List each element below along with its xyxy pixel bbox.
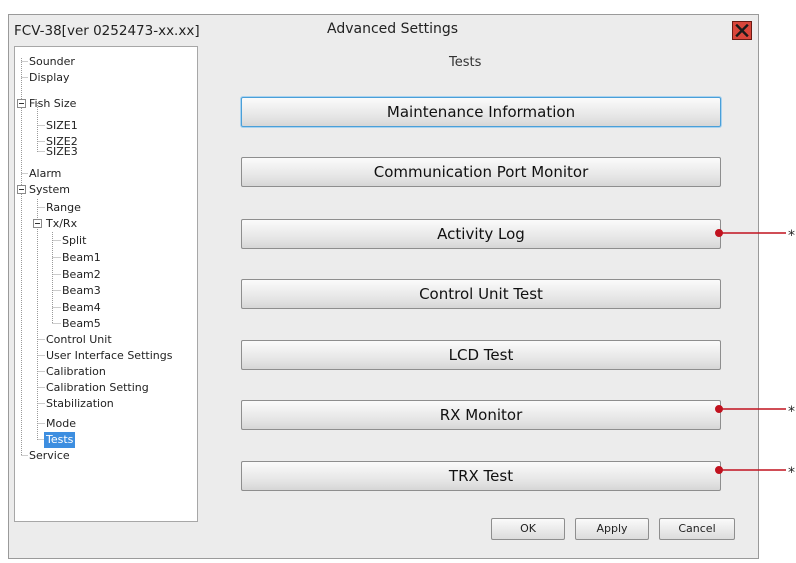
- section-title: Tests: [449, 55, 482, 70]
- app-version-title: FCV-38[ver 0252473-xx.xx]: [14, 23, 200, 39]
- cancel-button[interactable]: Cancel: [659, 518, 735, 540]
- close-button[interactable]: [732, 21, 752, 40]
- tree-item-calibration[interactable]: Calibration: [44, 364, 108, 380]
- tree-item-user-interface-settings[interactable]: User Interface Settings: [44, 348, 174, 364]
- tree-item-system[interactable]: System: [27, 182, 72, 198]
- tree-item-fish-size[interactable]: Fish Size: [27, 96, 78, 112]
- tree-item-calibration-setting[interactable]: Calibration Setting: [44, 380, 151, 396]
- rx-monitor-button[interactable]: RX Monitor: [241, 400, 721, 430]
- tree-item-control-unit[interactable]: Control Unit: [44, 332, 114, 348]
- apply-button[interactable]: Apply: [575, 518, 649, 540]
- tree-item-mode[interactable]: Mode: [44, 416, 78, 432]
- callout-mark-trx-test: *: [788, 465, 795, 481]
- tree-item-size3[interactable]: SIZE3: [44, 144, 80, 160]
- tree-item-size1[interactable]: SIZE1: [44, 118, 80, 134]
- tree-item-sounder[interactable]: Sounder: [27, 54, 77, 70]
- trx-test-button[interactable]: TRX Test: [241, 461, 721, 491]
- control-unit-test-button[interactable]: Control Unit Test: [241, 279, 721, 309]
- dialog-title: Advanced Settings: [327, 21, 459, 37]
- tree-item-txrx[interactable]: Tx/Rx: [44, 216, 79, 232]
- settings-tree: Sounder Display Fish Size SIZE1 SIZE2 SI…: [14, 46, 198, 522]
- tree-item-display[interactable]: Display: [27, 70, 72, 86]
- tree-item-beam1[interactable]: Beam1: [60, 250, 103, 266]
- tree-item-split[interactable]: Split: [60, 233, 88, 249]
- lcd-test-button[interactable]: LCD Test: [241, 340, 721, 370]
- communication-port-monitor-button[interactable]: Communication Port Monitor: [241, 157, 721, 187]
- tree-item-beam5[interactable]: Beam5: [60, 316, 103, 332]
- tree-item-beam3[interactable]: Beam3: [60, 283, 103, 299]
- callout-mark-activity-log: *: [788, 228, 795, 244]
- title-bar: FCV-38[ver 0252473-xx.xx] Advanced Setti…: [9, 15, 758, 46]
- tree-item-alarm[interactable]: Alarm: [27, 166, 63, 182]
- ok-button[interactable]: OK: [491, 518, 565, 540]
- activity-log-button[interactable]: Activity Log: [241, 219, 721, 249]
- tree-item-beam2[interactable]: Beam2: [60, 267, 103, 283]
- tree-item-stabilization[interactable]: Stabilization: [44, 396, 116, 412]
- maintenance-information-button[interactable]: Maintenance Information: [241, 97, 721, 127]
- tree-item-range[interactable]: Range: [44, 200, 83, 216]
- advanced-settings-window: FCV-38[ver 0252473-xx.xx] Advanced Setti…: [8, 14, 759, 559]
- tree-item-beam4[interactable]: Beam4: [60, 300, 103, 316]
- tree-item-tests[interactable]: Tests: [44, 432, 76, 448]
- close-icon: [735, 24, 749, 37]
- callout-mark-rx-monitor: *: [788, 404, 795, 420]
- tree-item-service[interactable]: Service: [27, 448, 72, 464]
